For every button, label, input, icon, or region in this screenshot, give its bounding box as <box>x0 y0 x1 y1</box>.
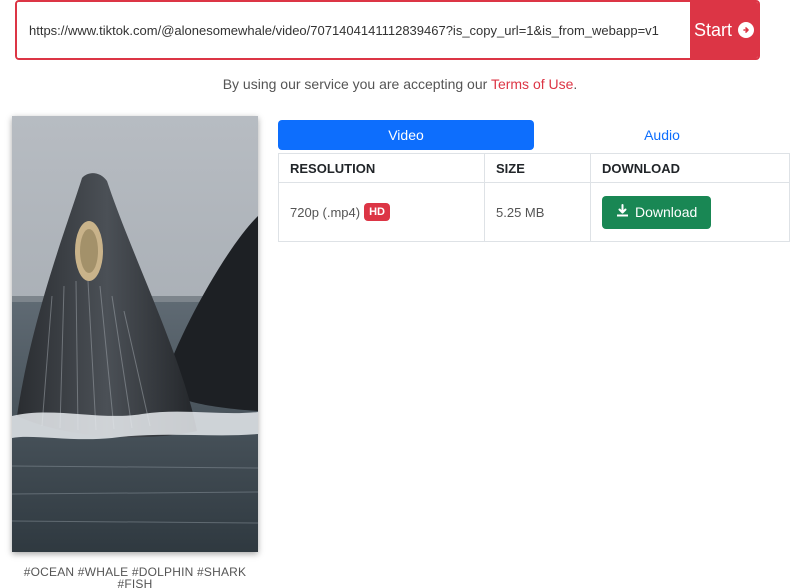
terms-suffix: . <box>573 76 578 92</box>
tab-audio[interactable]: Audio <box>534 120 790 150</box>
arrow-circle-right-icon <box>738 22 754 38</box>
download-table: RESOLUTION SIZE DOWNLOAD 720p (.mp4) HD … <box>278 153 790 242</box>
size-cell: 5.25 MB <box>484 182 591 242</box>
terms-notice: By using our service you are accepting o… <box>0 76 800 92</box>
format-tabs: Video Audio <box>278 120 790 150</box>
download-cell: Download <box>590 182 790 242</box>
terms-prefix: By using our service you are accepting o… <box>222 76 491 92</box>
resolution-cell: 720p (.mp4) HD <box>278 182 485 242</box>
tab-video[interactable]: Video <box>278 120 534 150</box>
url-input-group: Start <box>15 0 760 60</box>
start-button[interactable]: Start <box>690 2 758 58</box>
terms-of-use-link[interactable]: Terms of Use <box>491 76 573 92</box>
download-button[interactable]: Download <box>602 195 712 229</box>
video-tags: #OCEAN #WHALE #DOLPHIN #SHARK #FISH <box>23 565 247 588</box>
download-button-label: Download <box>635 204 698 220</box>
table-row: 720p (.mp4) HD 5.25 MB Download <box>278 182 790 242</box>
download-icon <box>616 204 629 220</box>
url-input[interactable] <box>17 2 690 58</box>
video-thumbnail <box>12 116 258 552</box>
header-size: SIZE <box>484 153 591 183</box>
start-button-label: Start <box>693 19 732 40</box>
hd-badge: HD <box>364 203 390 221</box>
header-resolution: RESOLUTION <box>278 153 485 183</box>
resolution-value: 720p (.mp4) <box>290 204 361 220</box>
header-download: DOWNLOAD <box>590 153 790 183</box>
size-value: 5.25 MB <box>496 204 545 220</box>
table-header-row: RESOLUTION SIZE DOWNLOAD <box>278 153 790 183</box>
